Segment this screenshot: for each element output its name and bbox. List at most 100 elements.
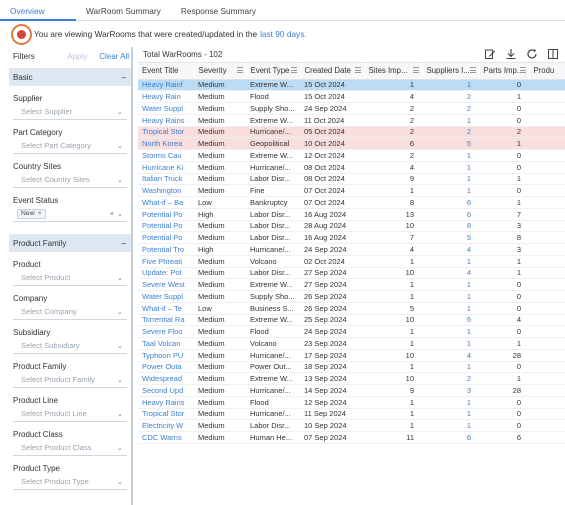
table-row[interactable]: Potential Po High Labor Disr... 16 Aug 2024… (138, 208, 565, 221)
product-type-select[interactable]: Select Product Type ⌄ (13, 474, 127, 490)
table-row[interactable]: Heavy Rain Medium Flood 15 Oct 2024 4 2 1 (138, 90, 565, 103)
tab-warroom-summary[interactable]: WarRoom Summary (76, 0, 171, 21)
event-title-cell[interactable]: Electricity W (138, 419, 194, 432)
table-row[interactable]: Heavy Rains Medium Flood 12 Sep 2024 1 1 0 (138, 396, 565, 409)
product-class-select[interactable]: Select Product Class ⌄ (13, 440, 127, 456)
event-title-cell[interactable]: Five Phreati (138, 255, 194, 268)
col-sites-impacted[interactable]: Sites Imp... (364, 63, 423, 80)
basic-section-header[interactable]: Basic – (9, 68, 131, 86)
event-title-cell[interactable]: Power Outa (138, 361, 194, 374)
event-title-cell[interactable]: CDC Warns (138, 431, 194, 444)
table-row[interactable]: What-if – Ba Low Bankruptcy 07 Oct 2024 8 6 1 (138, 196, 565, 209)
event-title-cell[interactable]: Severe West (138, 278, 194, 291)
col-created-date[interactable]: Created Date ↑ (300, 63, 365, 80)
event-title-cell[interactable]: North Korea (138, 137, 194, 150)
col-event-type[interactable]: Event Type (246, 63, 301, 80)
event-title-cell[interactable]: Potential Po (138, 208, 194, 221)
table-row[interactable]: Italian Truck Medium Labor Disr... 08 Oct 2… (138, 173, 565, 186)
event-status-select[interactable]: New × × ⌄ (13, 206, 127, 222)
refresh-icon[interactable] (526, 48, 538, 60)
event-title-cell[interactable]: Tropical Stor (138, 408, 194, 421)
edit-icon[interactable] (484, 48, 496, 60)
event-title-cell[interactable]: Hurricane Ki (138, 161, 194, 174)
event-title-cell[interactable]: Heavy Rains (138, 396, 194, 409)
event-title-cell[interactable]: Potential Po (138, 220, 194, 233)
table-row[interactable]: Five Phreati Medium Volcano 02 Oct 2024 1 1 1 (138, 255, 565, 268)
table-row[interactable]: Potential Po Medium Labor Disr... 28 Aug 20… (138, 220, 565, 233)
table-row[interactable]: Power Outa Medium Power Out... 18 Sep 2024 1… (138, 361, 565, 374)
event-title-cell[interactable]: Widespread (138, 372, 194, 385)
event-title-cell[interactable]: Heavy Rains (138, 114, 194, 127)
table-row[interactable]: CDC Warns Medium Human He... 07 Sep 2024 11 6… (138, 431, 565, 444)
apply-button[interactable]: Apply (67, 52, 87, 61)
sort-asc-icon[interactable]: ↑ (348, 66, 352, 75)
col-severity[interactable]: Severity (194, 63, 247, 80)
table-row[interactable]: What-if – Te Low Business S... 26 Sep 2024 5… (138, 302, 565, 315)
table-row[interactable]: Severe West Medium Extreme W... 27 Sep 2024… (138, 278, 565, 291)
event-title-cell[interactable]: Heavy Rainf (138, 79, 194, 92)
table-row[interactable]: Hurricane Ki Medium Hurricane/... 08 Oct 20… (138, 161, 565, 174)
col-products[interactable]: Produ (529, 63, 565, 80)
table-row[interactable]: Taal Volcan Medium Volcano 23 Sep 2024 1 1 1 (138, 337, 565, 350)
table-row[interactable]: Second Upd Medium Hurricane/... 14 Sep 2024… (138, 384, 565, 397)
part-category-select[interactable]: Select Part Category ⌄ (13, 138, 127, 154)
table-row[interactable]: Severe Floo Medium Flood 24 Sep 2024 1 1 0 (138, 325, 565, 338)
table-row[interactable]: Water Suppl Medium Supply Sho... 26 Sep 202… (138, 290, 565, 303)
table-row[interactable]: Washington Medium Fine 07 Oct 2024 1 1 0 (138, 184, 565, 197)
col-suppliers-impacted[interactable]: Suppliers I... (422, 63, 480, 80)
product-family-select[interactable]: Select Product Family ⌄ (13, 372, 127, 388)
table-row[interactable]: Torrential Ra Medium Extreme W... 25 Sep 20… (138, 314, 565, 327)
event-title-cell[interactable]: What-if – Te (138, 302, 194, 315)
column-menu-icon[interactable] (469, 67, 476, 73)
event-title-cell[interactable]: Storms Cau (138, 149, 194, 162)
company-select[interactable]: Select Company ⌄ (13, 304, 127, 320)
event-title-cell[interactable]: Washington (138, 184, 194, 197)
event-title-cell[interactable]: Potential Po (138, 231, 194, 244)
event-title-cell[interactable]: Water Suppl (138, 102, 194, 115)
clear-icon[interactable]: × (110, 209, 114, 218)
event-title-cell[interactable]: What-if – Ba (138, 196, 194, 209)
col-parts-impacted[interactable]: Parts Imp... (479, 63, 530, 80)
supplier-select[interactable]: Select Supplier ⌄ (13, 104, 127, 120)
col-event-title[interactable]: Event Title (138, 63, 195, 80)
table-row[interactable]: Tropical Stor Medium Hurricane/... 05 Oct 2… (138, 126, 565, 139)
column-menu-icon[interactable] (519, 67, 526, 73)
column-menu-icon[interactable] (354, 67, 361, 73)
table-row[interactable]: Water Suppl Medium Supply Sho... 24 Sep 202… (138, 102, 565, 115)
table-row[interactable]: North Korea Medium Geopolitical 10 Oct 2024… (138, 137, 565, 150)
table-row[interactable]: Electricity W Medium Labor Disr... 10 Sep 2… (138, 419, 565, 432)
chip-remove-icon[interactable]: × (38, 210, 42, 217)
event-title-cell[interactable]: Italian Truck (138, 173, 194, 186)
download-icon[interactable] (505, 48, 517, 60)
event-title-cell[interactable]: Update: Pot (138, 267, 194, 280)
table-row[interactable]: Tropical Stor Medium Hurricane/... 11 Sep 2… (138, 408, 565, 421)
event-title-cell[interactable]: Torrential Ra (138, 314, 194, 327)
table-row[interactable]: Heavy Rainf Medium Extreme W... 15 Oct 2024… (138, 79, 565, 92)
table-row[interactable]: Potential Tro High Hurricane/... 24 Sep 202… (138, 243, 565, 256)
event-title-cell[interactable]: Heavy Rain (138, 90, 194, 103)
table-row[interactable]: Heavy Rains Medium Extreme W... 11 Oct 2024… (138, 114, 565, 127)
table-row[interactable]: Widespread Medium Extreme W... 13 Sep 2024 1… (138, 372, 565, 385)
subsidiary-select[interactable]: Select Subsidiary ⌄ (13, 338, 127, 354)
column-menu-icon[interactable] (412, 67, 419, 73)
event-title-cell[interactable]: Second Upd (138, 384, 194, 397)
event-title-cell[interactable]: Tropical Stor (138, 126, 194, 139)
last-90-days-link[interactable]: last 90 days. (260, 29, 307, 39)
event-title-cell[interactable]: Potential Tro (138, 243, 194, 256)
tab-overview[interactable]: Overview (0, 0, 76, 21)
event-title-cell[interactable]: Typhoon PU (138, 349, 194, 362)
tab-response-summary[interactable]: Response Summary (171, 0, 266, 21)
product-select[interactable]: Select Product ⌄ (13, 270, 127, 286)
event-title-cell[interactable]: Severe Floo (138, 325, 194, 338)
columns-icon[interactable] (547, 48, 559, 60)
clear-all-button[interactable]: Clear All (99, 52, 129, 61)
column-menu-icon[interactable] (236, 67, 243, 73)
country-sites-select[interactable]: Select Country Sites ⌄ (13, 172, 127, 188)
product-line-select[interactable]: Select Product Line ⌄ (13, 406, 127, 422)
table-row[interactable]: Storms Cau Medium Extreme W... 12 Oct 2024 2… (138, 149, 565, 162)
product-family-section-header[interactable]: Product Family – (9, 234, 131, 252)
table-row[interactable]: Update: Pot Medium Labor Disr... 27 Sep 202… (138, 267, 565, 280)
column-menu-icon[interactable] (290, 67, 297, 73)
table-row[interactable]: Potential Po Medium Labor Disr... 16 Aug 20… (138, 231, 565, 244)
event-title-cell[interactable]: Taal Volcan (138, 337, 194, 350)
